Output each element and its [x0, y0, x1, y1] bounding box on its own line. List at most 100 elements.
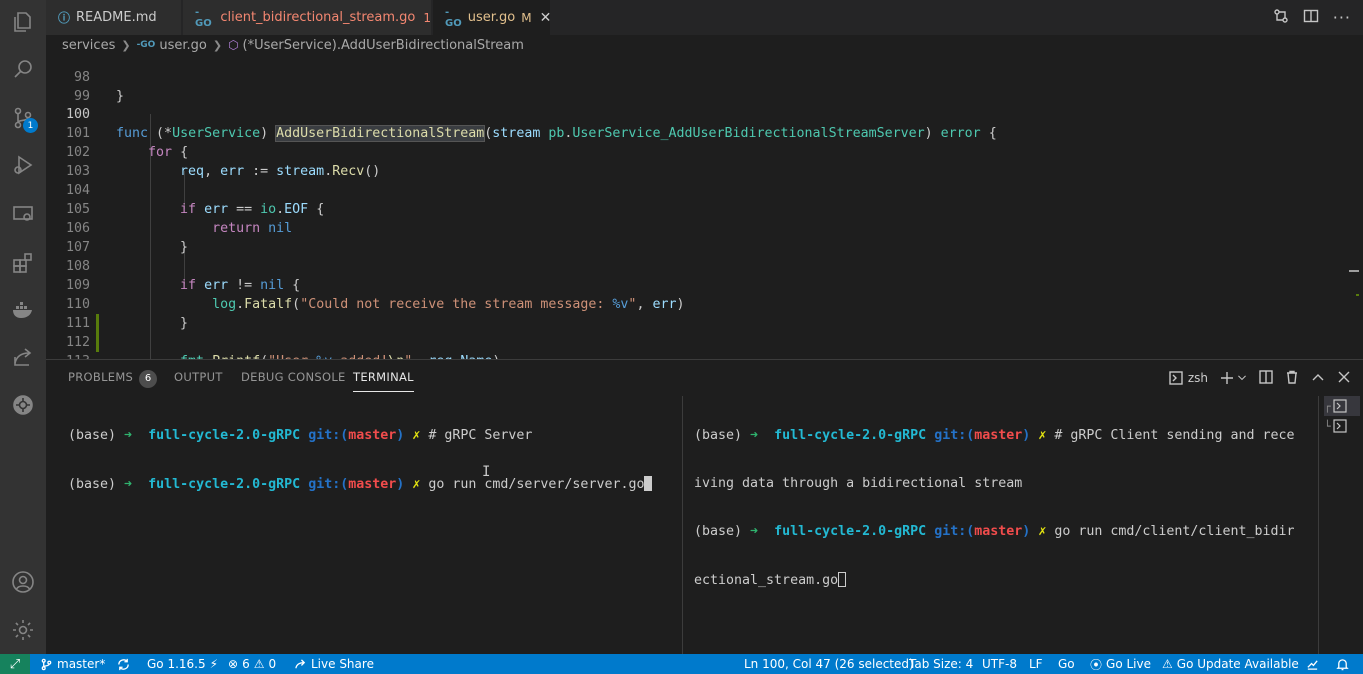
go-version: Go 1.16.5: [147, 657, 206, 671]
overview-ruler-mark: [1349, 270, 1359, 272]
go-live-label: Go Live: [1106, 657, 1151, 671]
tab-readme[interactable]: ⓘ README.md: [46, 0, 182, 35]
tab-size[interactable]: Tab Size: 4: [909, 654, 973, 674]
code-line: 101 for {: [46, 105, 1346, 160]
lightning-icon: ⚡: [209, 657, 219, 671]
tab-debug-console[interactable]: DEBUG CONSOLE: [241, 370, 346, 392]
open-changes-icon[interactable]: [1273, 8, 1289, 28]
end-of-line[interactable]: LF: [1029, 654, 1043, 674]
sync-icon[interactable]: [117, 654, 130, 674]
explorer-icon[interactable]: [0, 0, 46, 44]
problem-count-badge: 1: [423, 10, 431, 25]
go-file-icon: -GO: [136, 40, 156, 50]
code-line: 113: [46, 333, 1346, 359]
terminal-tabs-list: ┌ └: [1324, 396, 1360, 436]
scm-badge: 1: [23, 118, 38, 133]
code-line: 104 if err == io.EOF {: [46, 162, 1346, 217]
code-line: 110 }: [46, 276, 1346, 331]
more-actions-icon[interactable]: ···: [1333, 8, 1351, 27]
feedback-icon[interactable]: [1306, 654, 1319, 674]
docker-icon[interactable]: [0, 288, 46, 332]
tab-user-go[interactable]: -GO user.go M ✕: [433, 0, 551, 35]
terminal-right[interactable]: (base) ➜ full-cycle-2.0-gRPC git:(master…: [694, 396, 1304, 621]
terminal-left[interactable]: (base) ➜ full-cycle-2.0-gRPC git:(master…: [68, 396, 678, 525]
settings-gear-icon[interactable]: [0, 608, 46, 652]
split-terminal-icon[interactable]: [1259, 369, 1273, 387]
tab-client-bidirectional-stream[interactable]: -GO client_bidirectional_stream.go 1: [183, 0, 432, 35]
terminal-cursor: [644, 476, 653, 491]
tree-line-icon: ┌: [1324, 399, 1331, 413]
code-line: 111: [46, 295, 1346, 331]
tab-terminal[interactable]: TERMINAL: [353, 370, 414, 392]
tab-label: client_bidirectional_stream.go: [220, 10, 416, 25]
problems-status[interactable]: ⊗ 6 ⚠ 0: [228, 654, 276, 674]
code-line: 106 }: [46, 200, 1346, 255]
branch-name: master*: [57, 657, 106, 671]
accounts-icon[interactable]: [0, 560, 46, 604]
encoding[interactable]: UTF-8: [982, 654, 1017, 674]
tab-output[interactable]: OUTPUT: [174, 370, 223, 392]
error-icon: ⊗: [228, 657, 239, 671]
language-mode[interactable]: Go: [1058, 654, 1075, 674]
breadcrumb-symbol[interactable]: (*UserService).AddUserBidirectionalStrea…: [243, 38, 524, 53]
kubernetes-icon[interactable]: [0, 383, 46, 427]
live-share-label: Live Share: [311, 657, 374, 671]
terminal-list-divider: [1318, 396, 1319, 654]
code-editor[interactable]: 98 } 99 100 func (*UserService) AddUserB…: [46, 55, 1363, 359]
close-icon[interactable]: ✕: [540, 10, 552, 26]
trash-icon[interactable]: [1285, 370, 1299, 387]
terminal-line: (base) ➜ full-cycle-2.0-gRPC git:(master…: [68, 476, 678, 493]
code-line: 99: [46, 68, 1346, 104]
live-share-status[interactable]: Live Share: [294, 654, 374, 674]
chevron-down-icon: [1238, 375, 1246, 381]
live-share-icon: [295, 658, 306, 668]
terminal-line: (base) ➜ full-cycle-2.0-gRPC git:(master…: [694, 524, 1295, 539]
terminal-line-wrap: ectional_stream.go: [694, 572, 1304, 589]
breadcrumb-folder[interactable]: services: [62, 38, 115, 53]
tab-problems[interactable]: PROBLEMS 6: [68, 370, 158, 392]
text-cursor-icon: I: [482, 464, 491, 480]
terminal-list-item[interactable]: └: [1324, 416, 1360, 436]
run-debug-icon[interactable]: [0, 143, 46, 187]
code-line: 108 if err != nil {: [46, 238, 1346, 293]
split-editor-icon[interactable]: [1303, 8, 1319, 28]
terminal-line: (base) ➜ full-cycle-2.0-gRPC git:(master…: [694, 428, 1295, 443]
code-line: 102 req, err := stream.Recv(): [46, 124, 1346, 179]
tree-line-icon: └: [1324, 419, 1331, 433]
editor-actions: ···: [1273, 0, 1351, 35]
go-version-status[interactable]: Go 1.16.5 ⚡: [147, 654, 218, 674]
maximize-panel-icon[interactable]: [1311, 370, 1325, 387]
error-count: 6: [242, 657, 250, 671]
tab-label: user.go: [467, 10, 516, 25]
chevron-right-icon: ❯: [212, 38, 223, 52]
breadcrumb-file[interactable]: user.go: [159, 38, 207, 53]
new-terminal-button[interactable]: [1220, 371, 1247, 385]
remote-indicator-icon[interactable]: ⤢: [0, 654, 30, 674]
code-line-current: 100 func (*UserService) AddUserBidirecti…: [46, 86, 1346, 142]
go-file-icon: -GO: [195, 6, 212, 29]
code-line: 98 }: [46, 55, 1346, 104]
git-branch-icon: [41, 658, 52, 670]
method-symbol-icon: ⬡: [228, 38, 239, 52]
go-update-status[interactable]: ⚠ Go Update Available: [1162, 654, 1299, 674]
notifications-bell-icon[interactable]: [1336, 654, 1349, 674]
source-control-icon[interactable]: [0, 96, 46, 140]
remote-explorer-icon[interactable]: [0, 192, 46, 236]
terminal-shell-selector[interactable]: zsh: [1169, 371, 1208, 385]
tab-label: README.md: [76, 10, 157, 25]
git-branch-status[interactable]: master*: [40, 654, 105, 674]
live-share-icon[interactable]: [0, 335, 46, 379]
search-icon[interactable]: [0, 47, 46, 91]
terminal-line: (base) ➜ full-cycle-2.0-gRPC git:(master…: [68, 428, 533, 443]
cursor-position[interactable]: Ln 100, Col 47 (26 selected): [744, 654, 914, 674]
code-line: 109 log.Fatalf("Could not receive the st…: [46, 257, 1346, 312]
go-live-status[interactable]: ⦿ Go Live: [1090, 654, 1151, 674]
activity-bar: 1: [0, 0, 46, 654]
terminal-list-item[interactable]: ┌: [1324, 396, 1360, 416]
terminal-icon: [1333, 419, 1347, 433]
code-line: 107: [46, 219, 1346, 255]
extensions-icon[interactable]: [0, 241, 46, 285]
panel-actions: zsh: [1169, 368, 1351, 388]
terminal-split-divider[interactable]: [682, 396, 683, 654]
close-panel-icon[interactable]: [1337, 370, 1351, 387]
